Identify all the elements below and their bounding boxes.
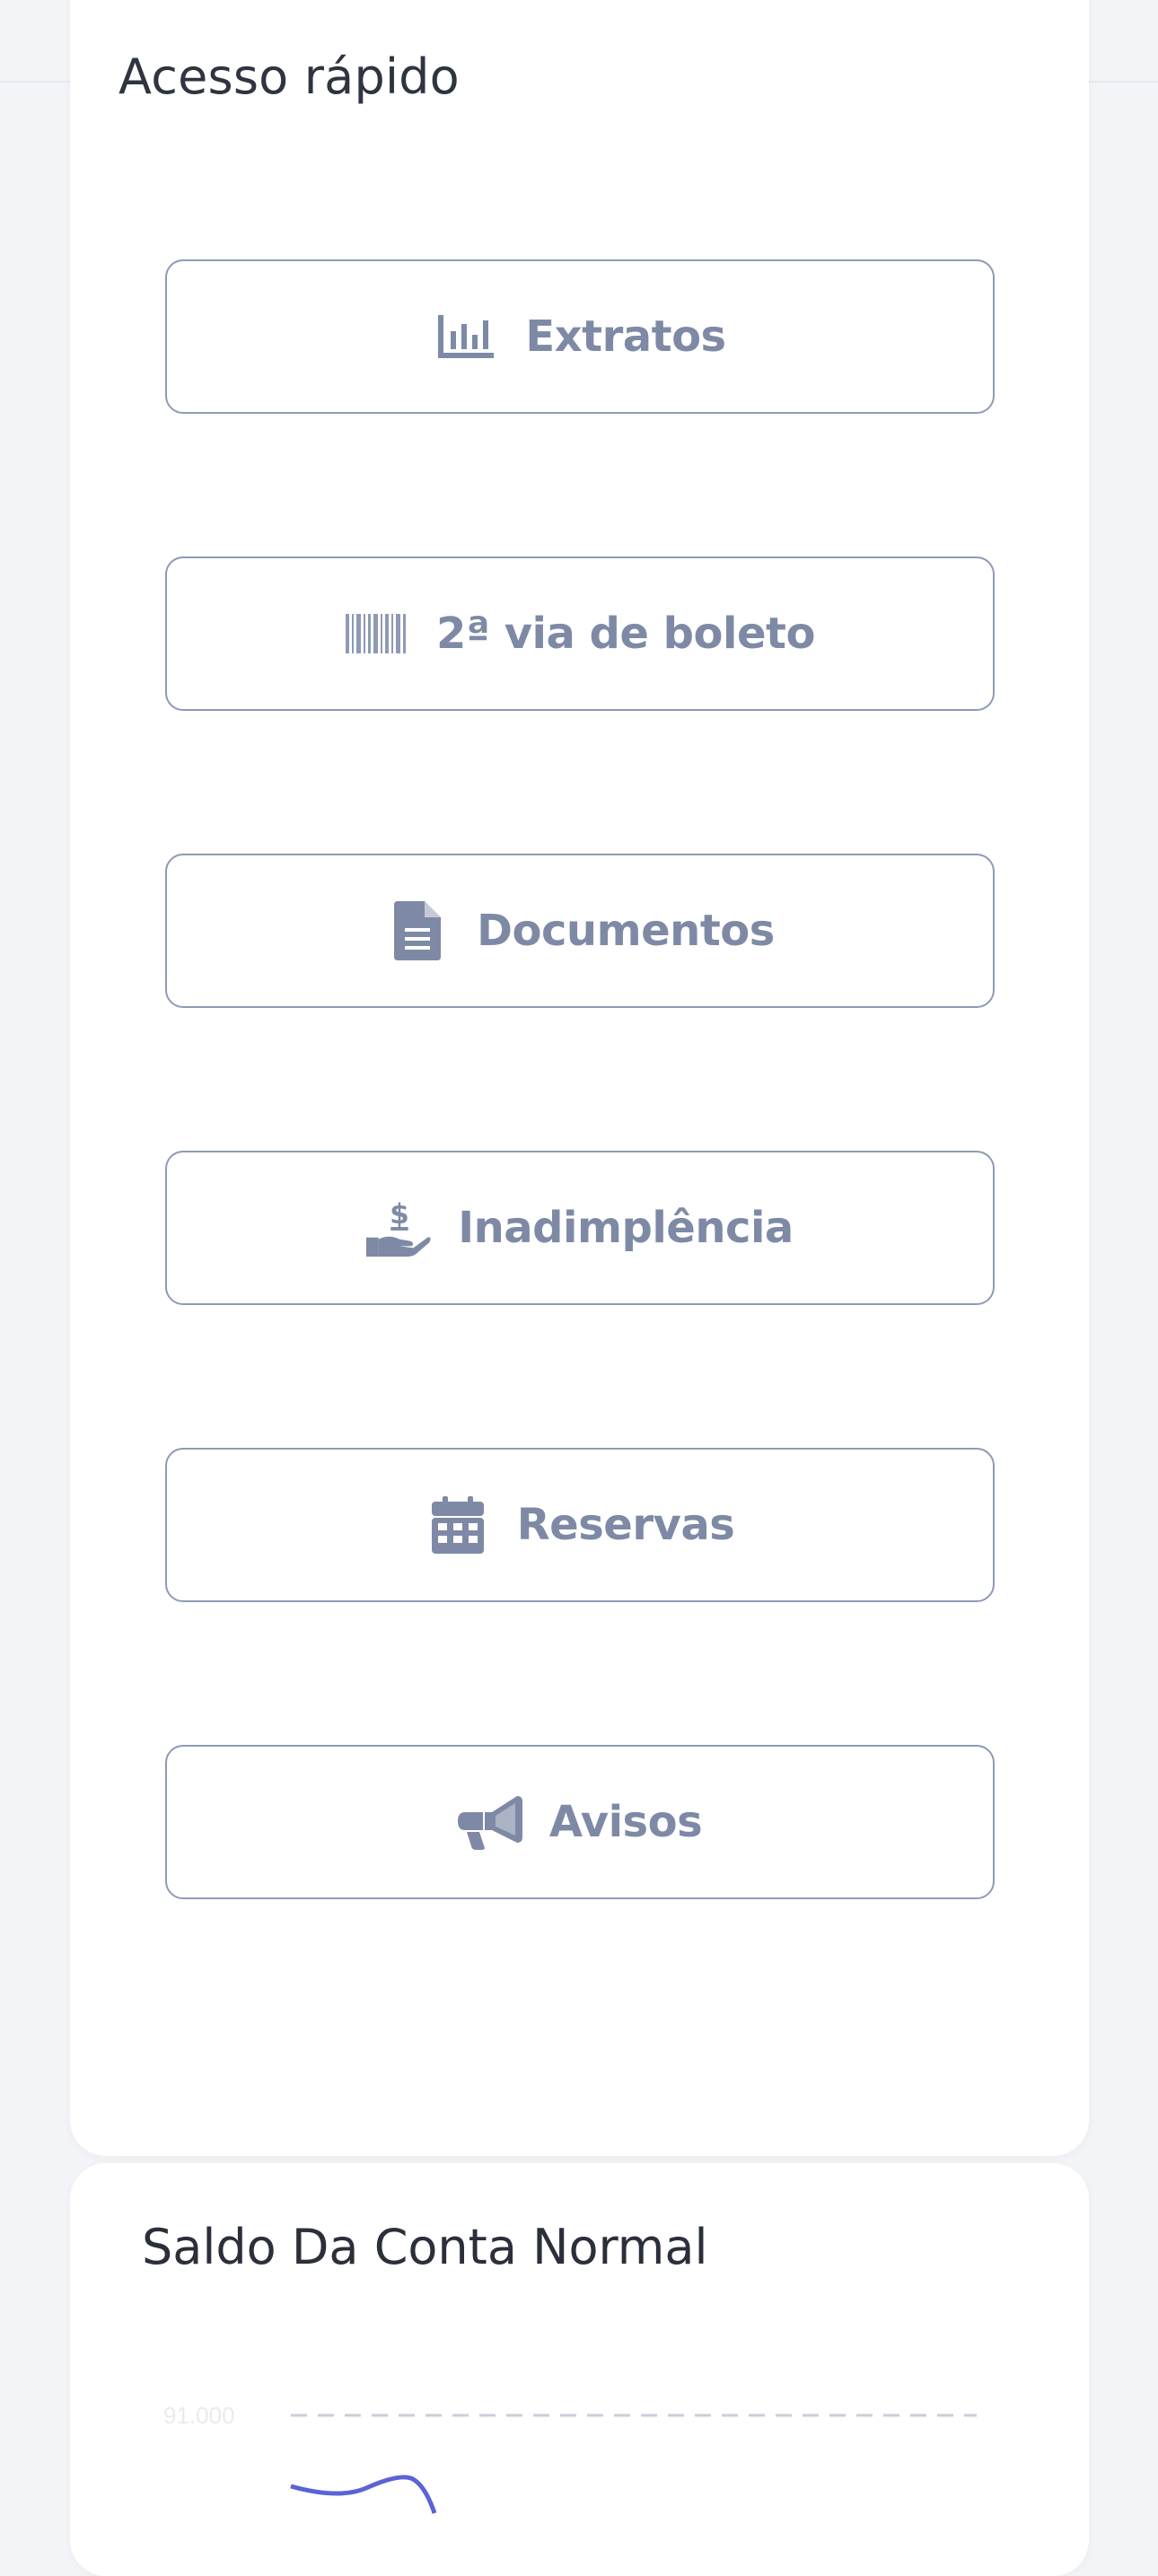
- extratos-button[interactable]: Extratos: [165, 259, 995, 414]
- avisos-label: Avisos: [548, 1797, 703, 1847]
- balance-chart: 91.000: [163, 2402, 977, 2514]
- balance-series-line: [290, 2475, 437, 2514]
- inadimplencia-button[interactable]: $ Inadimplência: [165, 1151, 995, 1305]
- avisos-button[interactable]: Avisos: [165, 1745, 995, 1899]
- chart-bar-icon: [434, 304, 498, 369]
- inadimplencia-label: Inadimplência: [458, 1203, 794, 1253]
- calendar-icon: [425, 1493, 490, 1557]
- reservas-button[interactable]: Reservas: [165, 1448, 995, 1602]
- extratos-label: Extratos: [525, 311, 726, 362]
- reservas-label: Reservas: [516, 1500, 735, 1550]
- quick-access-title: Acesso rápido: [118, 48, 460, 105]
- barcode-icon: [345, 601, 409, 666]
- file-document-icon: [385, 898, 450, 963]
- documentos-button[interactable]: Documentos: [165, 854, 995, 1008]
- y-tick-label: 91.000: [163, 2402, 235, 2429]
- documentos-label: Documentos: [477, 906, 775, 956]
- megaphone-icon: [457, 1790, 522, 1854]
- svg-text:$: $: [390, 1198, 409, 1231]
- balance-card: Saldo Da Conta Normal 91.000: [70, 2163, 1089, 2576]
- segunda-via-boleto-label: 2ª via de boleto: [436, 609, 815, 659]
- segunda-via-boleto-button[interactable]: 2ª via de boleto: [165, 556, 995, 711]
- hand-money-icon: $: [366, 1196, 431, 1260]
- quick-access-card: Acesso rápido Extratos 2ª via de boleto …: [70, 0, 1089, 2156]
